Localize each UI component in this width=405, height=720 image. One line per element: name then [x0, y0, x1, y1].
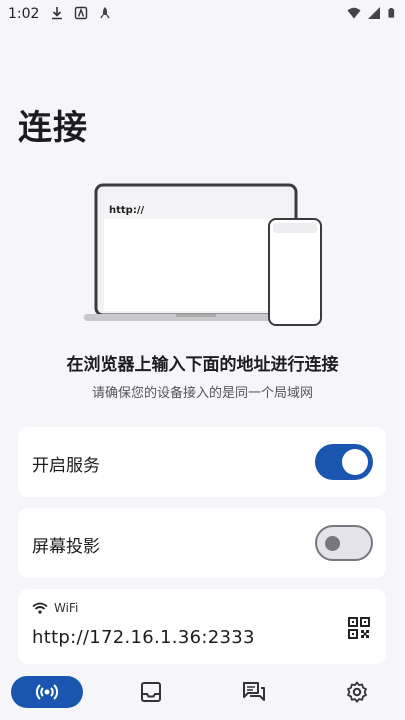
- wifi-icon: [32, 602, 48, 614]
- connect-subline: 请确保您的设备接入的是同一个局域网: [91, 386, 313, 401]
- connection-illustration: http://: [84, 183, 322, 326]
- toggle-knob: [325, 536, 340, 551]
- connect-headline: 在浏览器上输入下面的地址进行连接: [66, 355, 339, 375]
- server-url[interactable]: http://172.16.1.36:2333: [32, 627, 255, 648]
- nav-inbox[interactable]: [115, 676, 187, 708]
- network-type: WiFi: [54, 601, 79, 615]
- nav-messages[interactable]: [218, 676, 290, 708]
- wifi-signal-icon: [347, 7, 361, 19]
- chat-icon: [243, 682, 265, 701]
- toggle-knob: [342, 449, 368, 475]
- browser-address: http://: [109, 205, 144, 216]
- rocket-icon: [100, 7, 110, 19]
- nav-connect[interactable]: [11, 676, 83, 708]
- download-icon: [52, 7, 62, 20]
- qr-code-icon[interactable]: [348, 617, 370, 639]
- page-title: 连接: [18, 108, 88, 148]
- wifi-address-card: WiFi http://172.16.1.36:2333: [18, 589, 386, 664]
- status-bar: 1:02: [0, 0, 405, 30]
- screen-projection-toggle[interactable]: [315, 525, 373, 561]
- battery-icon: [388, 8, 395, 18]
- service-toggle[interactable]: [315, 444, 373, 480]
- screen-projection-card: 屏幕投影: [18, 508, 386, 578]
- status-time: 1:02: [8, 6, 40, 22]
- screen-projection-label: 屏幕投影: [32, 537, 100, 557]
- bottom-nav: [0, 664, 405, 720]
- service-card: 开启服务: [18, 427, 386, 497]
- connect-icon: [35, 684, 59, 700]
- cell-signal-icon: [368, 7, 380, 19]
- service-label: 开启服务: [32, 456, 100, 476]
- nav-settings[interactable]: [321, 676, 393, 708]
- inbox-icon: [141, 682, 161, 702]
- phone-icon: [268, 218, 322, 326]
- a-icon: [74, 6, 88, 20]
- settings-icon: [347, 681, 367, 703]
